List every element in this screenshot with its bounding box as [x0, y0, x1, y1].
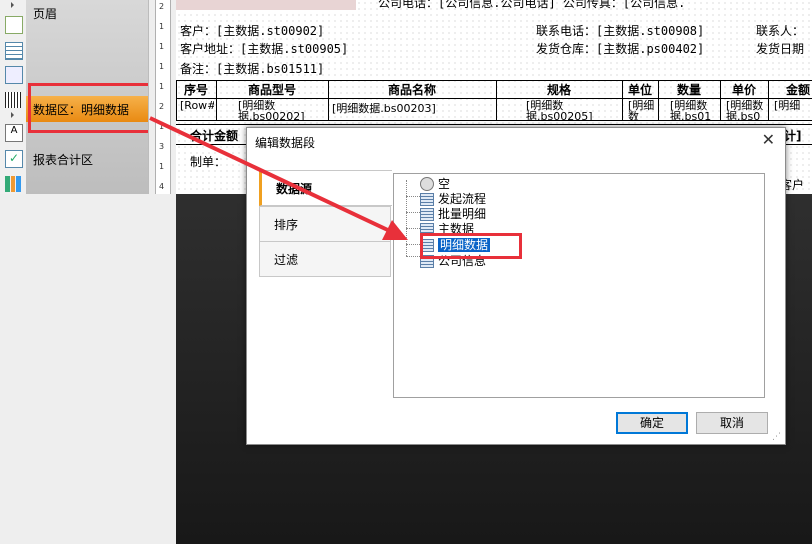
annotation-arrow-icon	[149, 116, 408, 240]
